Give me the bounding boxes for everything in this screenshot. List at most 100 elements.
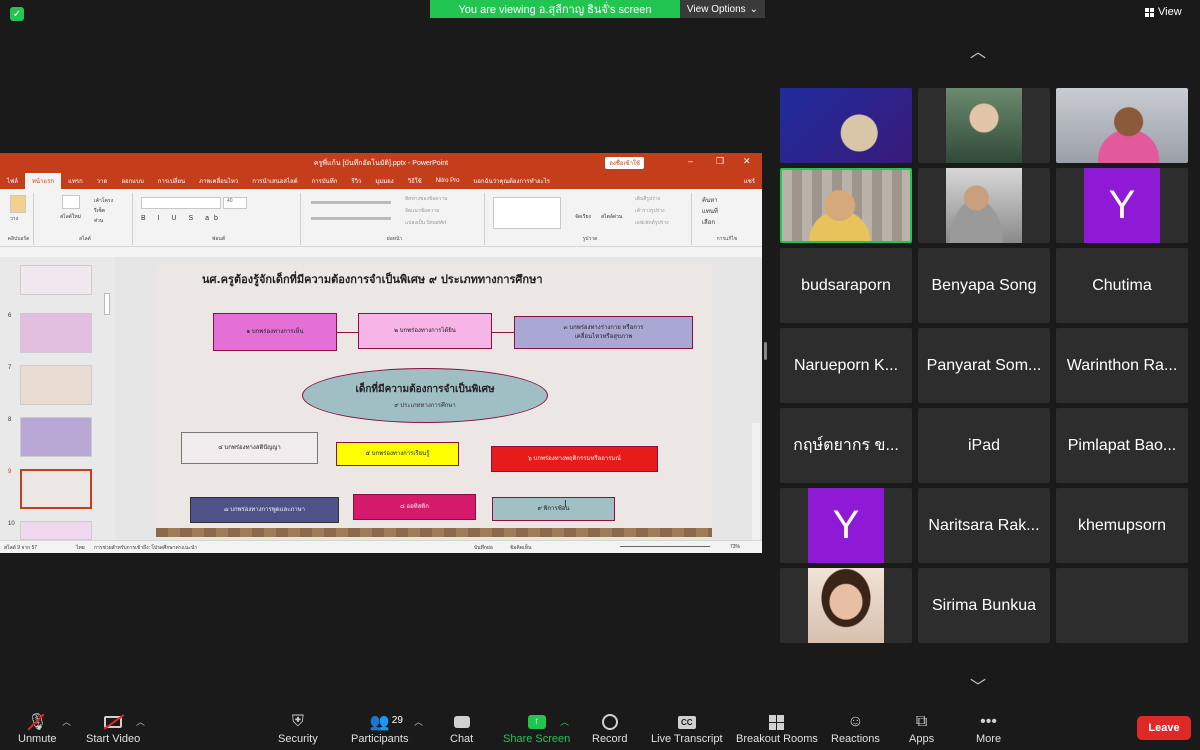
participants-caret-icon[interactable]: ︿	[414, 715, 423, 728]
zoom-level[interactable]: 73%	[730, 544, 740, 550]
participant-tile[interactable]: Warinthon Ra...	[1056, 328, 1188, 403]
slide-thumbnail[interactable]	[20, 313, 92, 353]
slide-thumbnail-selected[interactable]	[20, 469, 92, 509]
participant-tile[interactable]: Benyapa Song	[918, 248, 1050, 323]
font-size-box[interactable]: 40	[223, 197, 247, 209]
tab-nitro[interactable]: Nitro Pro	[429, 173, 467, 189]
video-tile[interactable]	[918, 88, 1050, 163]
find-button[interactable]: ค้นหา	[702, 195, 717, 205]
participant-tile[interactable]: Pimlapat Bao...	[1056, 408, 1188, 483]
tab-record[interactable]: การบันทึก	[305, 173, 345, 189]
new-slide-icon[interactable]	[62, 195, 80, 209]
video-tile-active-speaker[interactable]	[780, 168, 912, 243]
video-tile[interactable]	[918, 168, 1050, 243]
text-direction-button[interactable]: ทิศทางของข้อความ	[405, 195, 448, 203]
comments-button[interactable]: ข้อคิดเห็น	[510, 544, 531, 552]
align-buttons[interactable]	[311, 217, 391, 220]
reactions-button[interactable]: ☺ Reactions	[831, 711, 880, 745]
participant-avatar-tile[interactable]: Y	[780, 488, 912, 563]
gallery-up-chevron-icon[interactable]: ︿	[970, 38, 986, 62]
tab-draw[interactable]: วาด	[90, 173, 115, 189]
participant-tile[interactable]: Panyarat Som...	[918, 328, 1050, 403]
view-options-button[interactable]: View Options ⌄	[680, 0, 765, 18]
share-splitter-handle[interactable]	[764, 342, 767, 360]
paste-icon[interactable]	[10, 195, 26, 213]
shapes-gallery[interactable]	[493, 197, 561, 229]
slide-thumbnail-pane[interactable]: 6 7 8 9 10	[0, 257, 115, 540]
participants-button[interactable]: 👥 29 Participants	[351, 711, 408, 745]
minimize-icon[interactable]: –	[688, 156, 693, 166]
shape-fill-button[interactable]: เติมสีรูปร่าง	[635, 195, 660, 203]
participant-tile[interactable]: Naritsara Rak...	[918, 488, 1050, 563]
video-tile[interactable]	[780, 568, 912, 643]
encryption-shield-icon[interactable]: ✓	[10, 7, 24, 21]
tab-slideshow[interactable]: การนำเสนอสไลด์	[245, 173, 304, 189]
security-button[interactable]: ⛨ Security	[278, 711, 318, 745]
tab-home[interactable]: หน้าแรก	[24, 173, 62, 189]
language-status[interactable]: ไทย	[76, 544, 85, 552]
view-button[interactable]: View	[1145, 6, 1182, 18]
tell-me-search[interactable]: บอกฉันว่าคุณต้องการทำอะไร	[466, 173, 557, 189]
restore-icon[interactable]: ❐	[716, 156, 724, 167]
replace-button[interactable]: แทนที่	[702, 206, 718, 216]
list-buttons[interactable]	[311, 201, 391, 204]
apps-button[interactable]: ⧉ Apps	[909, 711, 934, 745]
breakout-rooms-button[interactable]: Breakout Rooms	[736, 711, 818, 745]
leave-button[interactable]: Leave	[1137, 716, 1191, 740]
quick-styles-button[interactable]: สไตล์ด่วน	[601, 213, 622, 221]
current-slide[interactable]: นศ.ครูต้องรู้จักเด็กที่มีความต้องการจำเป…	[156, 265, 712, 537]
participant-tile[interactable]: iPad	[918, 408, 1050, 483]
shape-outline-button[interactable]: เค้าร่างรูปร่าง	[635, 207, 665, 215]
slide-thumbnail[interactable]	[20, 265, 92, 295]
layout-button[interactable]: เค้าโครง	[94, 197, 113, 205]
slide-vertical-scrollbar[interactable]	[752, 423, 760, 553]
participant-tile[interactable]: Sirima Bunkua	[918, 568, 1050, 643]
participant-tile[interactable]: Chutima	[1056, 248, 1188, 323]
record-button[interactable]: Record	[592, 711, 627, 745]
quick-access-toolbar[interactable]	[0, 247, 762, 257]
notes-button[interactable]: บันทึกย่อ	[474, 544, 493, 552]
smartart-button[interactable]: แปลงเป็น SmartArt	[405, 219, 446, 227]
thumbnail-scrollbar[interactable]	[104, 293, 110, 315]
tab-design[interactable]: ออกแบบ	[114, 173, 150, 189]
align-text-button[interactable]: จัดแนวข้อความ	[405, 207, 439, 215]
participant-tile[interactable]: Narueporn K...	[780, 328, 912, 403]
video-tile[interactable]	[1056, 88, 1188, 163]
reset-button[interactable]: รีเซ็ต	[94, 207, 105, 215]
participant-tile[interactable]: กฤษ์ตยากร ข...	[780, 408, 912, 483]
tab-view[interactable]: มุมมอง	[368, 173, 400, 189]
share-tab[interactable]: แชร์	[737, 173, 762, 189]
start-video-button[interactable]: Start Video	[86, 711, 140, 745]
audio-options-caret-icon[interactable]: ︿	[62, 715, 71, 728]
share-options-caret-icon[interactable]: ︿	[560, 715, 569, 728]
accessibility-status[interactable]: การช่วยสำหรับการเข้าถึง: โปรดศึกษาค่าแนะ…	[94, 544, 197, 552]
slide-thumbnail[interactable]	[20, 521, 92, 540]
shape-effects-button[interactable]: เอฟเฟกต์รูปร่าง	[635, 219, 669, 227]
select-button[interactable]: เลือก	[702, 217, 715, 227]
tab-file[interactable]: ไฟล์	[0, 173, 25, 189]
font-name-box[interactable]	[141, 197, 221, 209]
unmute-button[interactable]: 🎙 Unmute	[18, 711, 57, 745]
chat-button[interactable]: Chat	[450, 711, 473, 745]
tab-animations[interactable]: ภาพเคลื่อนไหว	[192, 173, 245, 189]
close-icon[interactable]: ✕	[743, 156, 751, 167]
arrange-button[interactable]: จัดเรียง	[575, 213, 591, 221]
slide-thumbnail[interactable]	[20, 417, 92, 457]
tab-help[interactable]: วิธีใช้	[401, 173, 429, 189]
participant-tile[interactable]: khemupsorn	[1056, 488, 1188, 563]
video-options-caret-icon[interactable]: ︿	[136, 715, 145, 728]
participant-tile[interactable]: budsaraporn	[780, 248, 912, 323]
tab-insert[interactable]: แทรก	[61, 173, 90, 189]
gallery-down-chevron-icon[interactable]: ﹀	[970, 673, 986, 697]
tab-transitions[interactable]: การเปลี่ยน	[151, 173, 192, 189]
more-button[interactable]: ••• More	[976, 711, 1001, 745]
live-transcript-button[interactable]: CC Live Transcript	[651, 711, 723, 745]
slide-thumbnail[interactable]	[20, 365, 92, 405]
font-format-buttons[interactable]: B I U S ab	[141, 215, 223, 222]
video-tile[interactable]	[780, 88, 912, 163]
section-button[interactable]: ส่วน	[94, 217, 103, 225]
ppt-signin-button[interactable]: ลงชื่อเข้าใช้	[605, 157, 644, 169]
tab-review[interactable]: รีวิว	[344, 173, 368, 189]
participant-avatar-tile[interactable]: Y	[1056, 168, 1188, 243]
zoom-slider[interactable]	[620, 546, 710, 547]
